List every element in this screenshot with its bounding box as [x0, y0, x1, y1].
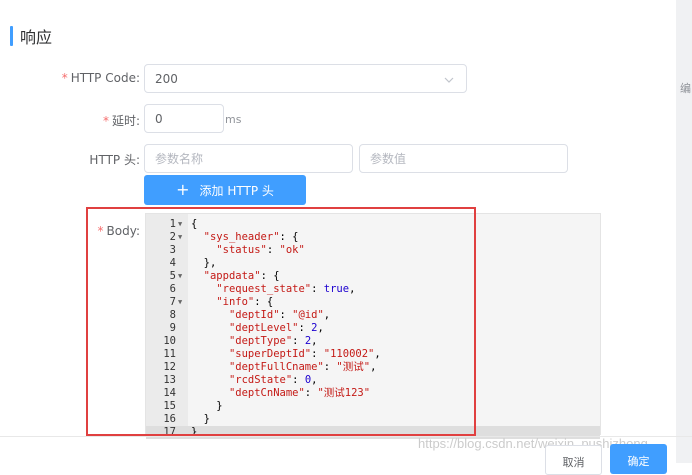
code-text: "deptId": "@id",	[228, 309, 331, 321]
section-title: 响应	[20, 28, 53, 47]
cancel-label: 取消	[562, 456, 585, 469]
code-line[interactable]: 13 "rcdState": 0,	[146, 374, 600, 387]
line-number: 6	[169, 283, 176, 295]
required-asterisk: *	[61, 71, 68, 85]
body-label: * Body:	[97, 224, 140, 238]
code-text: "superDeptId": "110002",	[228, 348, 381, 360]
code-text: },	[191, 257, 217, 269]
header-value-placeholder: 参数值	[370, 152, 407, 166]
code-line[interactable]: 7 ▼ "info": {	[146, 296, 600, 309]
background-window-strip	[676, 0, 692, 463]
section-header: 响应	[10, 24, 52, 48]
line-number: 9	[169, 322, 176, 334]
code-line[interactable]: 6 "request_state": true,	[146, 283, 600, 296]
code-line[interactable]: 12 "deptFullCname": "测试",	[146, 361, 600, 374]
line-number: 17	[163, 426, 176, 438]
plus-icon: +	[176, 179, 190, 199]
header-value-input[interactable]: 参数值	[359, 144, 568, 173]
fold-toggle-icon[interactable]: ▼	[178, 231, 182, 244]
code-text: }	[191, 426, 198, 438]
line-number: 13	[163, 374, 176, 386]
line-number: 3	[169, 244, 176, 256]
line-number: 11	[163, 348, 176, 360]
code-text: }	[191, 413, 210, 425]
code-line[interactable]: 9 "deptLevel": 2,	[146, 322, 600, 335]
line-number: 16	[163, 413, 176, 425]
line-number: 15	[163, 400, 176, 412]
code-line[interactable]: 4 },	[146, 257, 600, 270]
line-number: 7	[169, 296, 176, 308]
code-line[interactable]: 1 ▼ {	[146, 218, 600, 231]
code-text: "sys_header": {	[203, 231, 299, 243]
line-number: 10	[163, 335, 176, 347]
code-line[interactable]: 3 "status": "ok"	[146, 244, 600, 257]
delay-label: * 延时:	[102, 114, 140, 128]
fold-toggle-icon[interactable]: ▼	[178, 218, 182, 231]
required-asterisk: *	[102, 114, 109, 128]
code-line[interactable]: 15 }	[146, 400, 600, 413]
chevron-down-icon	[444, 73, 454, 87]
code-line[interactable]: 10 "deptType": 2,	[146, 335, 600, 348]
code-text: "info": {	[216, 296, 274, 308]
code-text: "deptCnName": "测试123"	[228, 387, 371, 399]
line-number: 12	[163, 361, 176, 373]
http-code-label: * HTTP Code:	[61, 71, 140, 85]
delay-value: 0	[155, 111, 163, 126]
line-number: 14	[163, 387, 176, 399]
http-code-select[interactable]: 200	[144, 64, 467, 93]
code-text: "deptFullCname": "测试",	[228, 361, 377, 373]
code-line[interactable]: 5 ▼ "appdata": {	[146, 270, 600, 283]
section-accent-bar	[10, 26, 13, 46]
header-name-placeholder: 参数名称	[155, 152, 204, 166]
http-code-value: 200	[155, 71, 178, 86]
cancel-button[interactable]: 取消	[545, 445, 602, 475]
fold-toggle-icon[interactable]: ▼	[178, 296, 182, 309]
code-text: {	[191, 218, 198, 230]
code-line[interactable]: 11 "superDeptId": "110002",	[146, 348, 600, 361]
line-number: 4	[169, 257, 176, 269]
background-edge-text: 编	[680, 82, 691, 95]
add-http-header-button[interactable]: + 添加 HTTP 头	[144, 175, 306, 205]
add-http-header-label: 添加 HTTP 头	[199, 183, 274, 198]
delay-input[interactable]: 0	[144, 104, 224, 133]
code-text: "deptLevel": 2,	[228, 322, 324, 334]
code-text: "status": "ok"	[216, 244, 305, 256]
code-line[interactable]: 2 ▼ "sys_header": {	[146, 231, 600, 244]
ok-label: 确定	[627, 455, 650, 468]
header-name-input[interactable]: 参数名称	[144, 144, 353, 173]
code-text: "appdata": {	[203, 270, 280, 282]
ok-button[interactable]: 确定	[610, 444, 667, 474]
code-text: "request_state": true,	[216, 283, 356, 295]
code-text: "rcdState": 0,	[228, 374, 318, 386]
code-text: "deptType": 2,	[228, 335, 318, 347]
line-number: 1	[169, 218, 176, 230]
code-line[interactable]: 16 }	[146, 413, 600, 426]
line-number: 8	[169, 309, 176, 321]
fold-toggle-icon[interactable]: ▼	[178, 270, 182, 283]
code-line[interactable]: 14 "deptCnName": "测试123"	[146, 387, 600, 400]
line-number: 2	[169, 231, 176, 243]
delay-unit: ms	[225, 113, 242, 126]
required-asterisk: *	[97, 224, 104, 238]
body-code-editor[interactable]: 1 ▼{2 ▼ "sys_header": {3 "status": "ok" 4 }…	[145, 213, 601, 439]
code-line[interactable]: 8 "deptId": "@id",	[146, 309, 600, 322]
http-header-label: HTTP 头:	[89, 153, 140, 167]
code-text: }	[191, 400, 223, 412]
line-number: 5	[169, 270, 176, 282]
